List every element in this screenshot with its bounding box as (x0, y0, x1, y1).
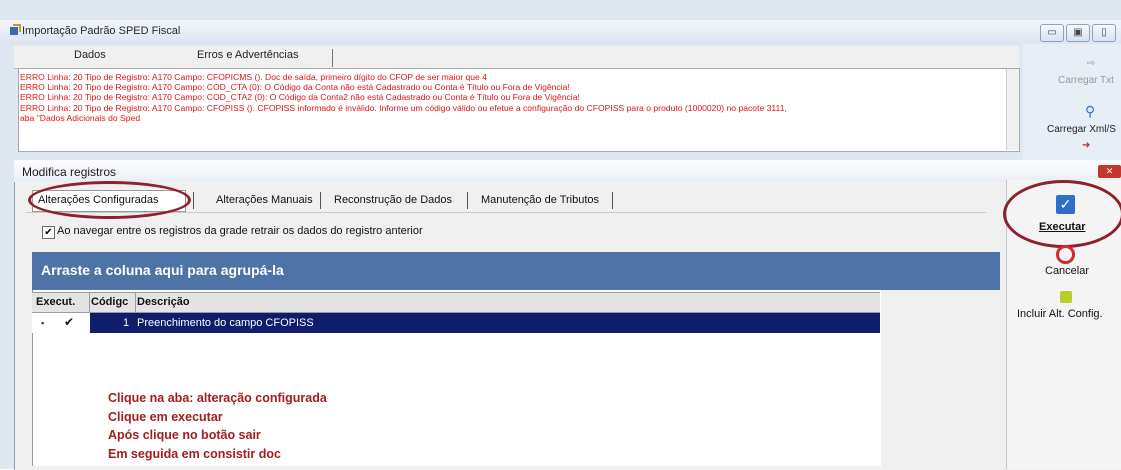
error-line: ERRO Linha: 20 Tipo de Registro: A170 Ca… (20, 82, 570, 93)
app-icon (10, 24, 21, 35)
carregar-txt-button[interactable]: Carregar Txt (1058, 75, 1114, 86)
error-line: ERRO Linha: 20 Tipo de Registro: A170 Ca… (20, 102, 787, 113)
search-icon: ⚲ (1085, 103, 1096, 119)
tab-separator (332, 49, 333, 67)
column-header-code[interactable]: Códigc (91, 296, 128, 308)
tab-alteracoes-manuais[interactable]: Alterações Manuais (216, 194, 313, 206)
annotation-circle (1003, 180, 1121, 248)
cell-code: 1 (123, 317, 130, 329)
retract-checkbox-label: Ao navegar entre os registros da grade r… (57, 225, 423, 237)
maximize-button[interactable]: ▣ (1066, 24, 1090, 42)
error-line: aba "Dados Adicionais do Sped (20, 112, 141, 123)
tab-separator (612, 192, 613, 209)
error-scrollbar[interactable] (1006, 69, 1019, 150)
cancel-icon (1056, 245, 1075, 264)
annotation-instructions: Clique na aba: alteração configurada Cli… (108, 389, 327, 463)
close-icon[interactable]: ✕ (1098, 165, 1121, 178)
tab-separator (320, 192, 321, 209)
window-title: Importação Padrão SPED Fiscal (22, 25, 181, 37)
cell-description: Preenchimento do campo CFOPISS (137, 317, 314, 329)
arrow-icon: ⇨ (1087, 58, 1096, 69)
group-by-hint: Arraste a coluna aqui para agrupá-la (41, 262, 284, 278)
carregar-xml-button[interactable]: Carregar Xml/S (1047, 124, 1116, 135)
column-separator (89, 292, 90, 312)
instruction-line: Após clique no botão sair (108, 428, 261, 442)
minimize-button[interactable]: ▭ (1040, 24, 1064, 42)
tab-erros-advertencias[interactable]: Erros e Advertências (197, 49, 299, 61)
instruction-line: Em seguida em consistir doc (108, 446, 281, 461)
tab-manutencao-tributos[interactable]: Manutenção de Tributos (481, 194, 599, 206)
background-tab-bar: Dados Erros e Advertências (14, 46, 1019, 69)
column-header-description[interactable]: Descrição (137, 296, 190, 308)
instruction-line: Clique na aba: alteração configurada (108, 391, 327, 405)
tab-dados[interactable]: Dados (74, 49, 106, 61)
tab-reconstrucao-dados[interactable]: Reconstrução de Dados (334, 194, 452, 206)
tab-separator (467, 192, 468, 209)
background-side-panel (1023, 44, 1121, 164)
row-indicator-icon: ▪ (41, 318, 45, 328)
column-header-execute[interactable]: Execut. (36, 296, 75, 308)
error-line: ERRO Linha: 20 Tipo de Registro: A170 Ca… (20, 92, 580, 103)
arrow-icon: ➜ (1082, 140, 1091, 151)
error-line: ERRO Linha: 20 Tipo de Registro: A170 Ca… (20, 72, 487, 82)
retract-checkbox[interactable]: ✔ (42, 226, 55, 239)
column-separator (135, 292, 136, 312)
tab-separator (193, 192, 194, 209)
instruction-line: Clique em executar (108, 409, 223, 424)
window-controls: ▭ ▣ ▯ (1040, 24, 1116, 42)
modal-titlebar (14, 160, 1121, 182)
execute-checkbox[interactable]: ✔ (64, 315, 74, 329)
modal-title: Modifica registros (22, 165, 117, 179)
add-config-icon (1060, 291, 1072, 303)
annotation-circle (28, 181, 191, 219)
add-config-button[interactable]: Incluir Alt. Config. (1017, 308, 1103, 320)
error-messages: ERRO Linha: 20 Tipo de Registro: A170 Ca… (20, 72, 1000, 123)
close-button[interactable]: ▯ (1092, 24, 1116, 42)
cancel-button[interactable]: Cancelar (1045, 265, 1089, 277)
